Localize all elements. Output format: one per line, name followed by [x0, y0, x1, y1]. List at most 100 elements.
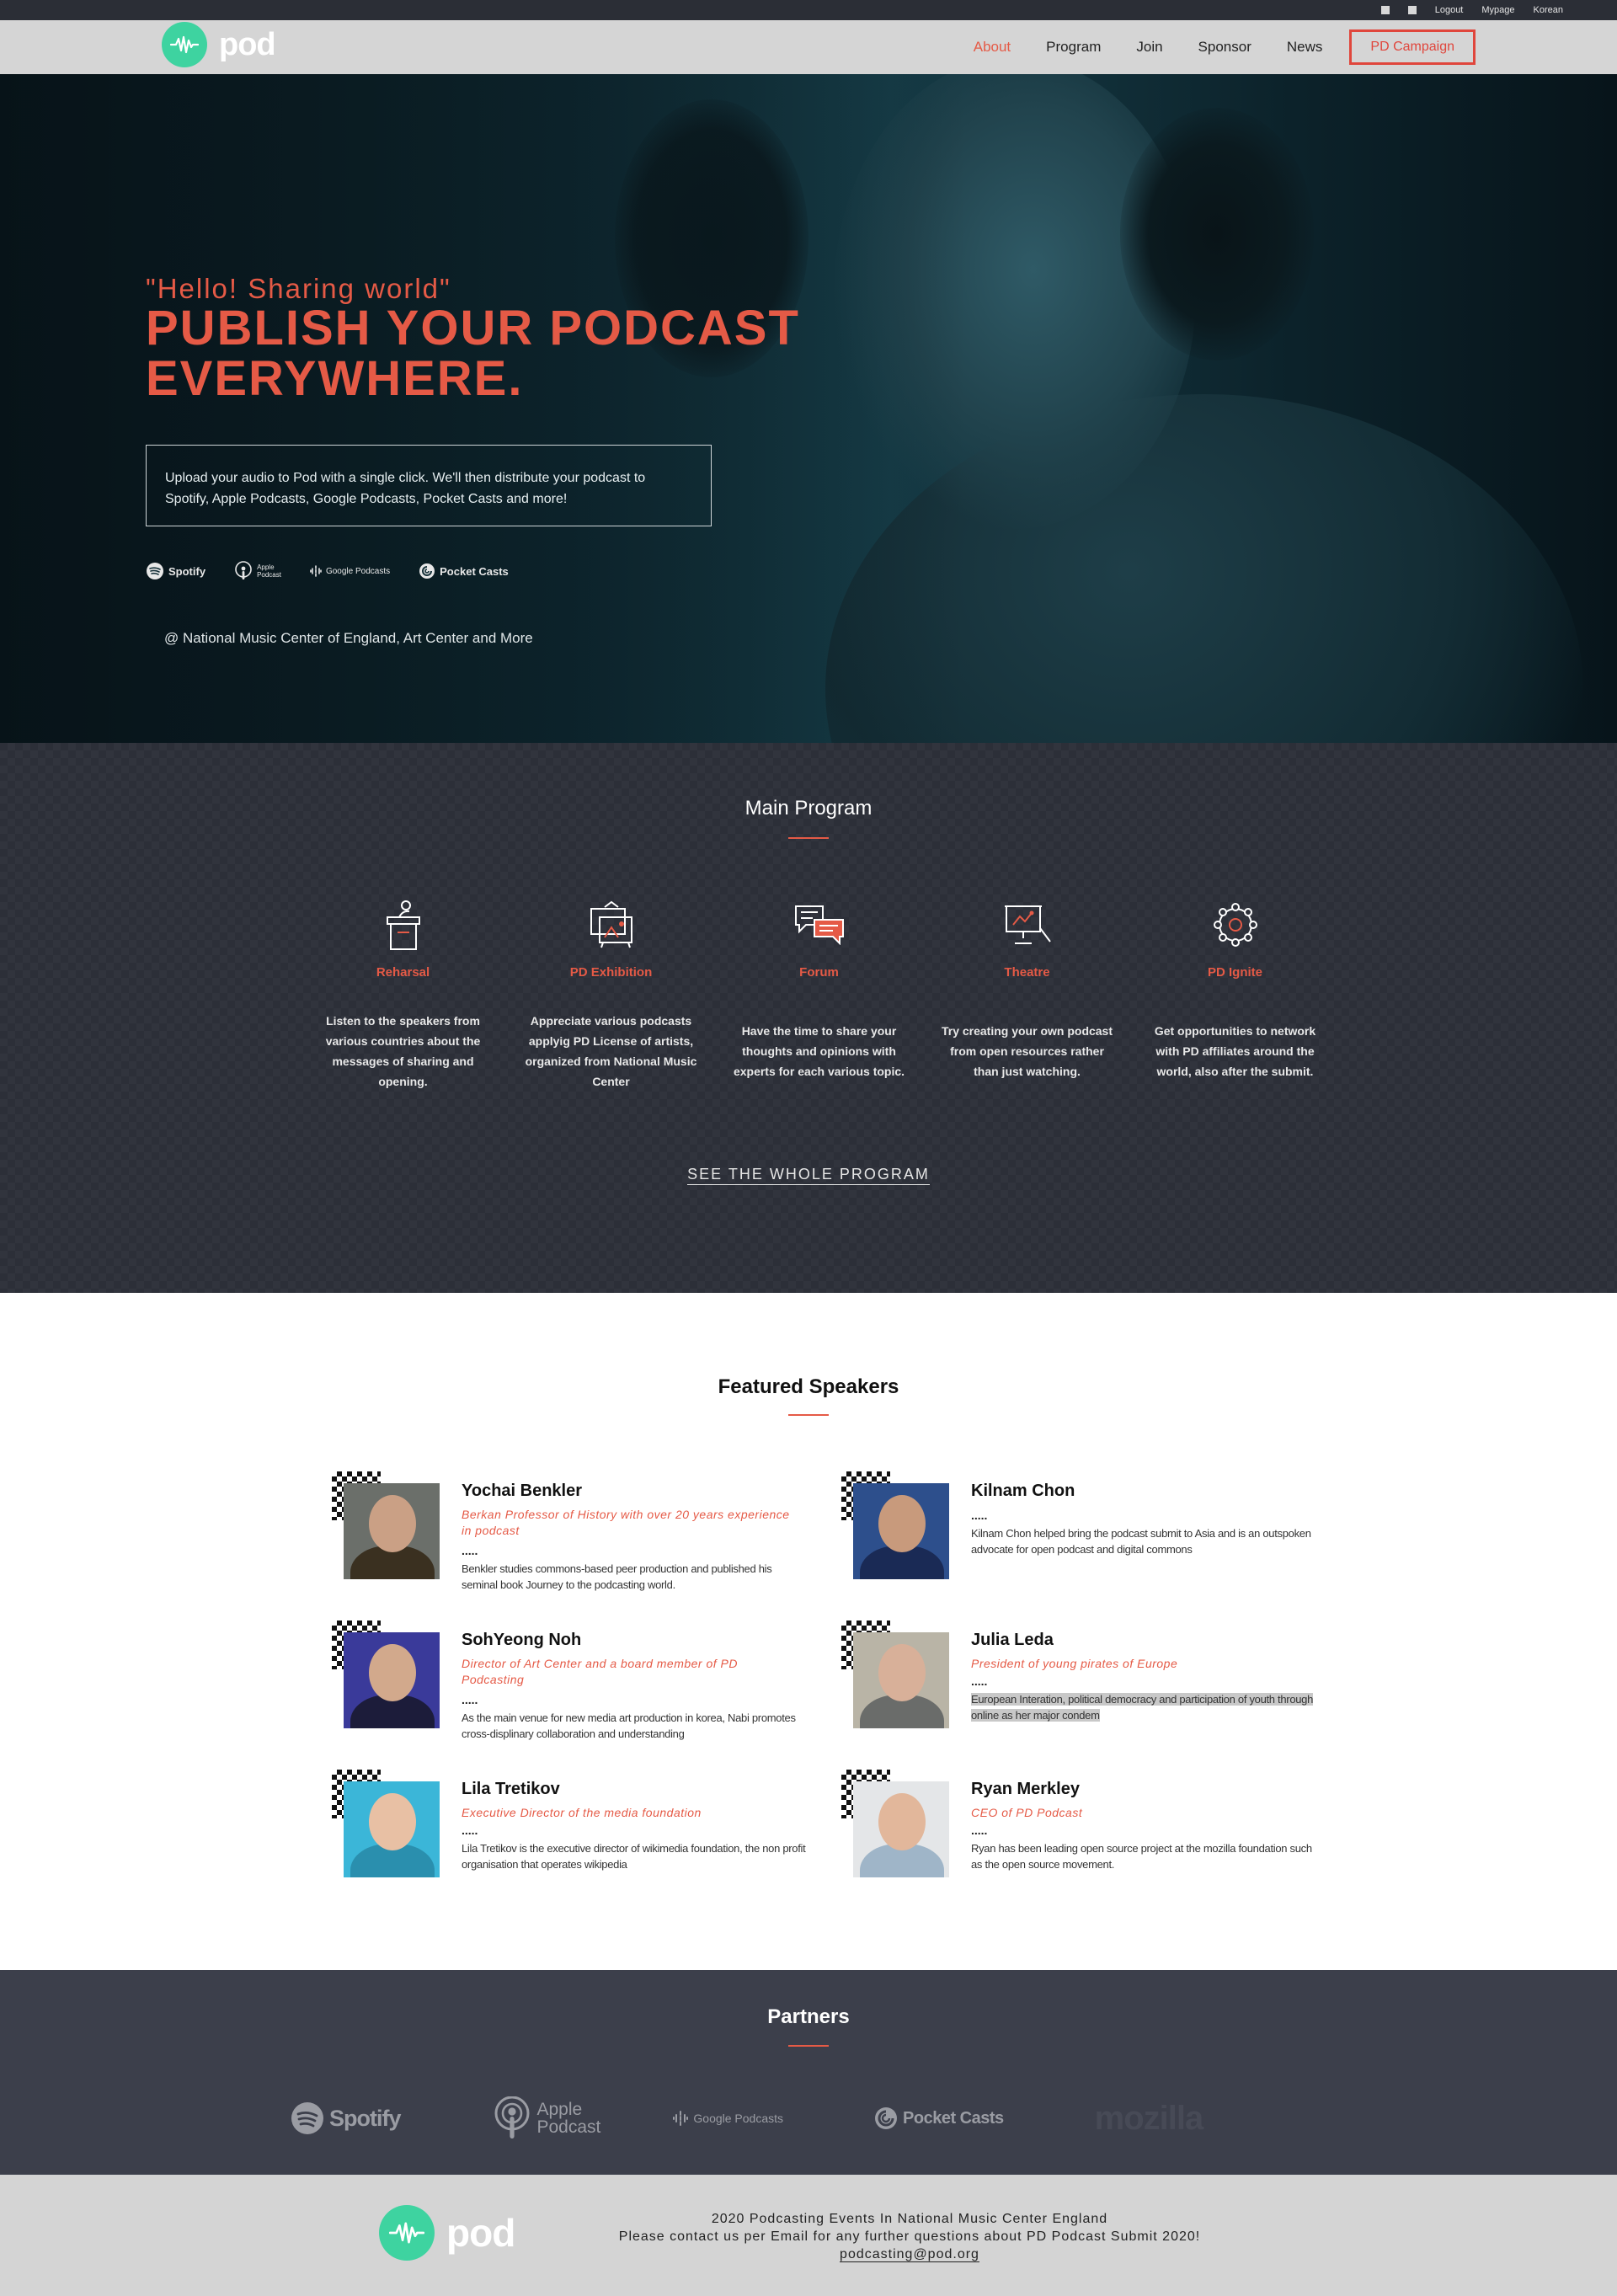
speaker-bio: European Interation, political democracy…	[971, 1691, 1316, 1723]
speaker-role: President of young pirates of Europe	[971, 1657, 1178, 1670]
speaker-photo-face	[878, 1793, 926, 1850]
apple-podcast-icon	[494, 2096, 529, 2138]
speaker-card[interactable]: Yochai Benkler Berkan Professor of Histo…	[332, 1471, 803, 1591]
program-title: Main Program	[744, 797, 873, 820]
hero-description-box: Upload your audio to Pod with a single c…	[146, 445, 712, 526]
spotify-label: Spotify	[329, 2105, 401, 2131]
google-podcasts-platform[interactable]: Google Podcasts	[310, 565, 390, 577]
apple-label-line2: Podcast	[257, 571, 281, 579]
program-item-name: PD Ignite	[1207, 965, 1262, 980]
program-item-forum: Forum Have the time to share your though…	[715, 898, 923, 1097]
main-navigation: pod About Program Join Sponsor News PD C…	[0, 20, 1617, 74]
pocket-casts-icon	[419, 563, 435, 579]
speaker-bio-text: European Interation, political democracy…	[971, 1693, 1314, 1722]
mozilla-label: mozilla	[1094, 2099, 1204, 2137]
google-podcasts-icon	[673, 2111, 689, 2126]
speaker-photo	[344, 1781, 440, 1877]
speaker-dots: .....	[971, 1508, 988, 1522]
partner-mozilla[interactable]: mozilla	[1094, 2099, 1204, 2138]
speaker-card[interactable]: Lila Tretikov Executive Director of the …	[332, 1770, 806, 1888]
hero-location: @ National Music Center of England, Art …	[164, 630, 533, 646]
waveform-logo-icon	[162, 22, 207, 67]
program-item-pd-exhibition: PD Exhibition Appreciate various podcast…	[507, 898, 715, 1097]
footer-logo[interactable]: pod	[379, 2205, 515, 2261]
speaker-role: Director of Art Center and a board membe…	[462, 1657, 738, 1686]
mypage-link[interactable]: Mypage	[1481, 5, 1514, 15]
speaker-bio: Benkler studies commons-based peer produ…	[462, 1562, 772, 1591]
speaker-photo	[853, 1632, 949, 1728]
nav-item-news[interactable]: News	[1287, 39, 1323, 56]
spotify-label: Spotify	[168, 564, 206, 578]
speaker-photo	[853, 1483, 949, 1579]
program-item-desc: Listen to the speakers from various coun…	[325, 1014, 481, 1088]
nav-item-sponsor[interactable]: Sponsor	[1198, 39, 1251, 56]
apple-podcast-icon	[235, 561, 252, 579]
footer-email-link[interactable]: podcasting@pod.org	[840, 2247, 979, 2262]
speaker-photo-face	[369, 1644, 416, 1701]
speakers-title-underline	[788, 1414, 829, 1416]
speaker-dots: .....	[462, 1544, 478, 1557]
program-list: Reharsal Listen to the speakers from var…	[299, 898, 1339, 1097]
apple-podcast-platform[interactable]: Apple Podcast	[234, 561, 281, 581]
partner-spotify[interactable]: Spotify	[291, 2101, 401, 2135]
language-link[interactable]: Korean	[1534, 5, 1563, 15]
apple-podcast-label: Apple Podcast	[257, 563, 281, 579]
program-title-underline	[788, 837, 829, 839]
apple-label-line2: Podcast	[536, 2117, 601, 2137]
footer-text: 2020 Podcasting Events In National Music…	[573, 2210, 1246, 2263]
nav-item-join[interactable]: Join	[1136, 39, 1162, 56]
spotify-icon	[291, 2102, 323, 2134]
network-icon	[1213, 903, 1257, 947]
program-item-theatre: Theatre Try creating your own podcast fr…	[923, 898, 1131, 1097]
nav-item-program[interactable]: Program	[1046, 39, 1101, 56]
google-podcasts-label: Google Podcasts	[693, 2112, 784, 2125]
program-item-pd-ignite: PD Ignite Get opportunities to network w…	[1131, 898, 1339, 1097]
hero-headline: PUBLISH YOUR PODCAST EVERYWHERE.	[146, 303, 904, 404]
bookmark-icon[interactable]	[1380, 6, 1390, 14]
brand-logo[interactable]: pod	[162, 22, 276, 67]
program-item-desc: Get opportunities to network with PD aff…	[1154, 1024, 1316, 1078]
see-whole-program: SEE THE WHOLE PROGRAM	[0, 1166, 1617, 1185]
speaker-card[interactable]: Julia Leda President of young pirates of…	[841, 1621, 1313, 1738]
pd-campaign-button[interactable]: PD Campaign	[1349, 29, 1476, 65]
speaker-name: SohYeong Noh	[462, 1631, 582, 1649]
apple-label-line1: Apple	[536, 2100, 583, 2119]
speaker-card[interactable]: SohYeong Noh Director of Art Center and …	[332, 1621, 803, 1740]
logout-link[interactable]: Logout	[1435, 5, 1464, 15]
speaker-role: Executive Director of the media foundati…	[462, 1806, 702, 1819]
speaker-photo-face	[878, 1495, 926, 1552]
pocket-casts-label: Pocket Casts	[903, 2108, 1004, 2128]
speaker-dots: .....	[462, 1823, 478, 1837]
utility-links: Logout Mypage Korean	[1380, 0, 1563, 20]
program-item-desc: Try creating your own podcast from open …	[941, 1024, 1113, 1078]
partner-pocket-casts[interactable]: Pocket Casts	[874, 2106, 1004, 2130]
hero-platforms: Spotify Apple Podcast Google Podcasts Po…	[146, 561, 509, 581]
utility-bar: Logout Mypage Korean	[0, 0, 1617, 20]
apple-label-line1: Apple	[257, 563, 275, 571]
speaker-photo	[344, 1483, 440, 1579]
google-podcasts-label: Google Podcasts	[325, 566, 391, 576]
brand-name: pod	[219, 26, 276, 62]
speaker-dots: .....	[462, 1693, 478, 1706]
partners-title: Partners	[767, 2005, 850, 2028]
speaker-name: Ryan Merkley	[971, 1780, 1080, 1798]
speakers-title: Featured Speakers	[718, 1375, 899, 1398]
partner-apple-podcast[interactable]: Apple Podcast	[494, 2096, 601, 2140]
speaker-card[interactable]: Kilnam Chon ..... Kilnam Chon helped bri…	[841, 1471, 1313, 1589]
see-whole-program-link[interactable]: SEE THE WHOLE PROGRAM	[687, 1166, 930, 1185]
speaker-card[interactable]: Ryan Merkley CEO of PD Podcast ..... Rya…	[841, 1770, 1313, 1888]
hero-description: Upload your audio to Pod with a single c…	[165, 471, 646, 506]
speaker-photo	[344, 1632, 440, 1728]
speaker-photo-face	[369, 1495, 416, 1552]
partners-section: Partners Spotify Apple Podcast Google Po…	[0, 1970, 1617, 2175]
share-icon[interactable]	[1407, 6, 1417, 14]
footer-line2: Please contact us per Email for any furt…	[618, 2229, 1201, 2244]
speaker-name: Lila Tretikov	[462, 1780, 560, 1798]
spotify-platform[interactable]: Spotify	[146, 562, 205, 580]
nav-item-about[interactable]: About	[974, 39, 1011, 56]
speaker-role: Berkan Professor of History with over 20…	[462, 1508, 790, 1537]
presentation-board-icon	[1004, 905, 1051, 944]
pocket-casts-platform[interactable]: Pocket Casts	[419, 563, 509, 579]
hero-section: "Hello! Sharing world" PUBLISH YOUR PODC…	[0, 74, 1617, 743]
partner-google-podcasts[interactable]: Google Podcasts	[673, 2111, 783, 2126]
